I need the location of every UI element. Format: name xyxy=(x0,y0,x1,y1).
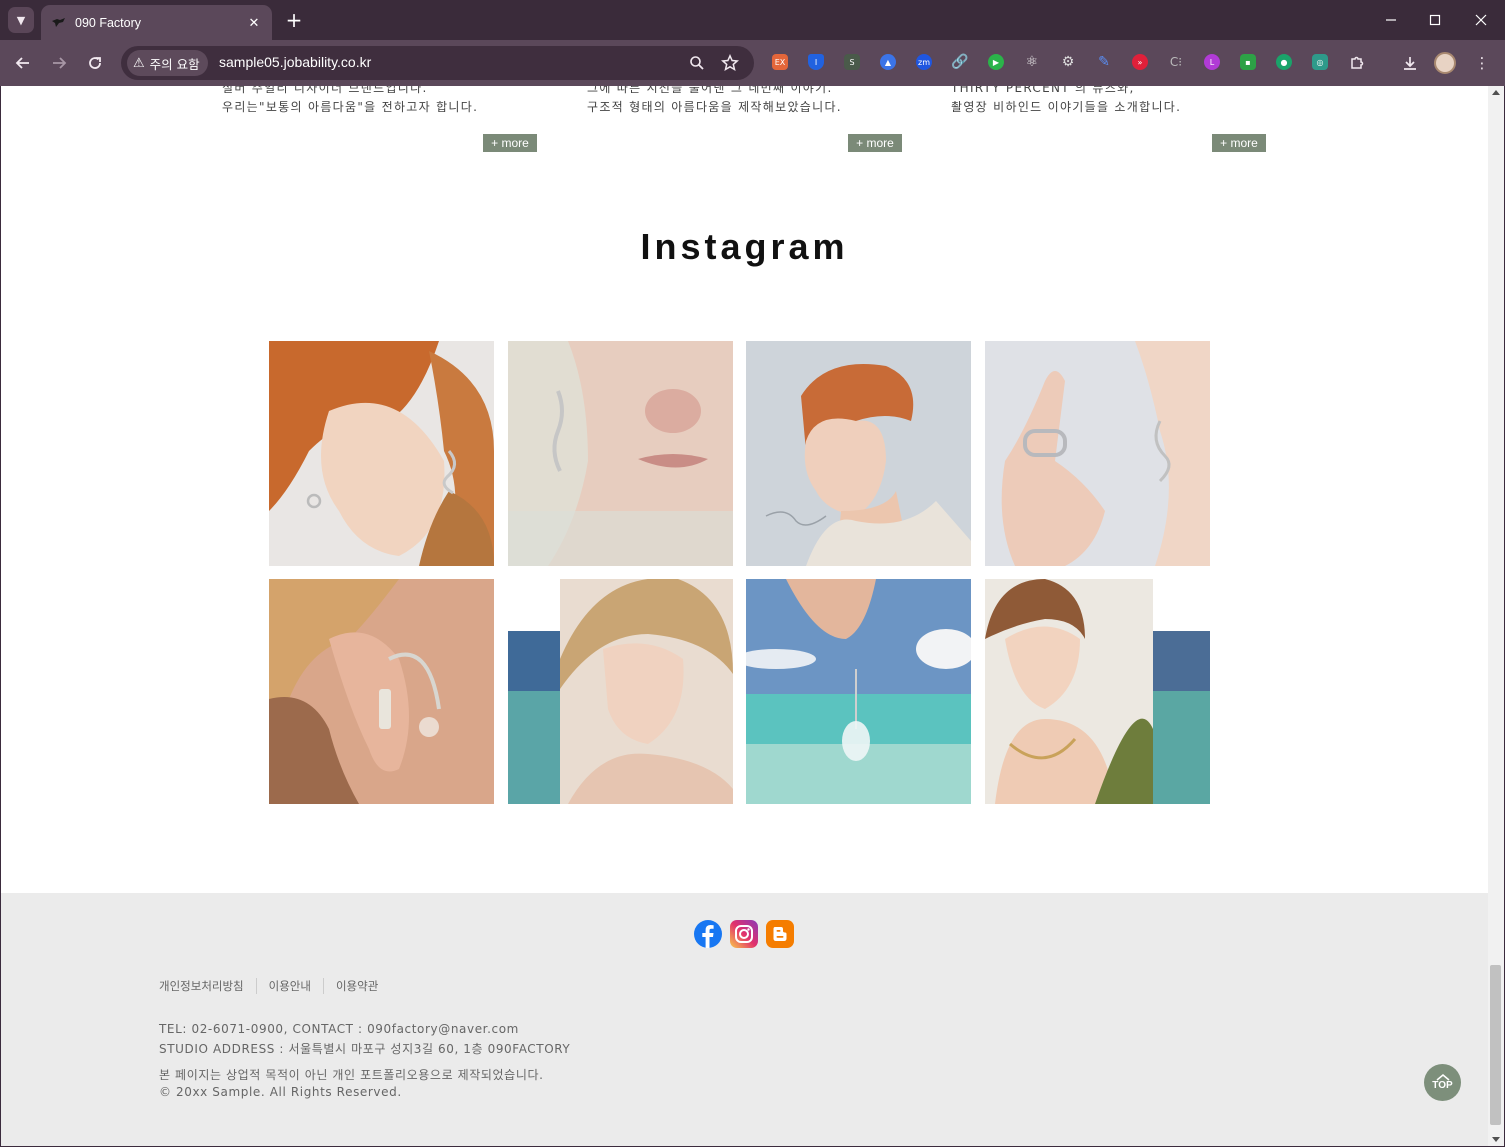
photo-red-hair-earring[interactable] xyxy=(269,341,494,566)
instagram-section-title: Instagram xyxy=(640,226,849,267)
new-tab-button[interactable]: + xyxy=(282,8,306,32)
page-viewport: 실버 주얼리 디자이너 브랜드입니다. 우리는"보통의 아름다움"을 전하고자 … xyxy=(1,86,1488,1146)
facebook-icon[interactable] xyxy=(694,920,722,948)
scroll-up-arrow-icon[interactable] xyxy=(1492,90,1500,95)
extension-atom-icon[interactable]: ⚛ xyxy=(1024,54,1040,70)
tab-close-icon[interactable]: ✕ xyxy=(246,15,262,31)
security-chip-label: 주의 요함 xyxy=(149,56,200,72)
extension-arrow-icon[interactable]: ▲ xyxy=(880,54,896,70)
footer-link-privacy[interactable]: 개인정보처리방침 xyxy=(159,978,256,994)
extension-globe-icon[interactable]: ◎ xyxy=(1312,54,1328,70)
photo-necklace-leaf[interactable] xyxy=(985,579,1210,804)
footer-link-guide[interactable]: 이용안내 xyxy=(255,978,323,994)
reload-icon[interactable] xyxy=(82,50,108,76)
footer-links: 개인정보처리방침 이용안내 이용약관 xyxy=(159,978,390,994)
footer-contact: TEL: 02-6071-0900, CONTACT : 090factory@… xyxy=(159,1022,519,1036)
security-warning-chip[interactable]: ⚠ 주의 요함 xyxy=(127,50,208,76)
address-bar[interactable]: ⚠ 주의 요함 sample05.jobability.co.kr xyxy=(121,46,754,80)
bookmark-star-icon[interactable] xyxy=(720,53,740,73)
photo-hat-portrait-sea[interactable] xyxy=(508,579,733,804)
photo-profile-portrait[interactable] xyxy=(746,341,971,566)
blogger-icon[interactable] xyxy=(766,920,794,948)
extension-zm-icon[interactable]: zm xyxy=(916,54,932,70)
kebab-menu-icon[interactable]: ⋮ xyxy=(1471,52,1493,74)
intro-column-2-line1: 그에 따른 시선을 풀어낸 그 네번째 이야기. xyxy=(587,86,833,95)
tab-search-button[interactable]: ▼ xyxy=(8,7,34,33)
chevron-down-icon: ▼ xyxy=(16,13,26,27)
extension-chat-icon[interactable]: ● xyxy=(1276,54,1292,70)
zoom-icon[interactable] xyxy=(687,53,707,73)
scroll-to-top-button[interactable]: TOP xyxy=(1424,1064,1461,1101)
tab-title: 090 Factory xyxy=(75,15,142,30)
instagram-icon[interactable] xyxy=(730,920,758,948)
maximize-button[interactable] xyxy=(1420,8,1450,32)
extension-pen-icon[interactable]: ✎ xyxy=(1096,54,1112,70)
profile-avatar[interactable] xyxy=(1434,52,1456,74)
site-footer: 개인정보처리방침 이용안내 이용약관 TEL: 02-6071-0900, CO… xyxy=(1,893,1488,1146)
more-button-3[interactable]: + more xyxy=(1212,134,1266,152)
extension-green-box-icon[interactable]: ▪ xyxy=(1240,54,1256,70)
extension-gear-icon[interactable]: ⚙ xyxy=(1060,54,1076,70)
minimize-button[interactable] xyxy=(1376,8,1406,32)
intro-column-2-line2: 구조적 형태의 아름다움을 제작해보았습니다. xyxy=(587,100,842,114)
vertical-scrollbar[interactable] xyxy=(1488,86,1504,1146)
photo-face-closeup[interactable] xyxy=(508,341,733,566)
scrollbar-thumb[interactable] xyxy=(1490,965,1501,1125)
site-favicon-icon xyxy=(51,15,67,31)
extension-play-icon[interactable]: ▶ xyxy=(988,54,1004,70)
active-tab[interactable]: 090 Factory ✕ xyxy=(41,5,272,40)
top-label: TOP xyxy=(1432,1080,1453,1091)
footer-copyright: © 20xx Sample. All Rights Reserved. xyxy=(159,1085,402,1099)
back-arrow-icon[interactable] xyxy=(10,50,36,76)
warning-triangle-icon: ⚠ xyxy=(133,55,145,71)
extension-la-icon[interactable]: L xyxy=(1204,54,1220,70)
url-text[interactable]: sample05.jobability.co.kr xyxy=(219,54,371,70)
window-close-button[interactable] xyxy=(1466,8,1496,32)
browser-titlebar: ▼ 090 Factory ✕ + xyxy=(0,0,1505,40)
photo-hand-ring[interactable] xyxy=(985,341,1210,566)
extensions-puzzle-icon[interactable] xyxy=(1346,52,1368,74)
intro-column-3-line1: THIRTY PERCENT 의 뮤즈와, xyxy=(951,86,1135,95)
intro-column-3-line2: 촬영장 비하인드 이야기들을 소개합니다. xyxy=(951,100,1182,114)
footer-notice: 본 페이지는 상업적 목적이 아닌 개인 포트폴리오용으로 제작되었습니다. xyxy=(159,1068,544,1082)
intro-column-1-line1: 실버 주얼리 디자이너 브랜드입니다. xyxy=(222,86,428,95)
more-button-2[interactable]: + more xyxy=(848,134,902,152)
footer-address: STUDIO ADDRESS : 서울특별시 마포구 성지3길 60, 1층 0… xyxy=(159,1042,571,1056)
more-button-1[interactable]: + more xyxy=(483,134,537,152)
extension-link-icon[interactable]: 🔗 xyxy=(951,54,968,70)
photo-straw-hat-earring[interactable] xyxy=(269,579,494,804)
intro-column-1-line2: 우리는"보통의 아름다움"을 전하고자 합니다. xyxy=(222,100,479,114)
scroll-down-arrow-icon[interactable] xyxy=(1492,1137,1500,1142)
photo-pendant-sea[interactable] xyxy=(746,579,971,804)
footer-link-terms[interactable]: 이용약관 xyxy=(322,978,390,994)
extension-c-icon[interactable]: C⁝ xyxy=(1168,54,1184,70)
browser-toolbar: ⚠ 주의 요함 sample05.jobability.co.kr EX I S… xyxy=(0,40,1505,86)
extension-forward-icon[interactable]: » xyxy=(1132,54,1148,70)
download-icon[interactable] xyxy=(1399,52,1421,74)
extension-ex-icon[interactable]: EX xyxy=(772,54,788,70)
extension-s-icon[interactable]: S xyxy=(844,54,860,70)
forward-arrow-icon[interactable] xyxy=(46,50,72,76)
extension-shield-icon[interactable]: I xyxy=(808,54,824,70)
